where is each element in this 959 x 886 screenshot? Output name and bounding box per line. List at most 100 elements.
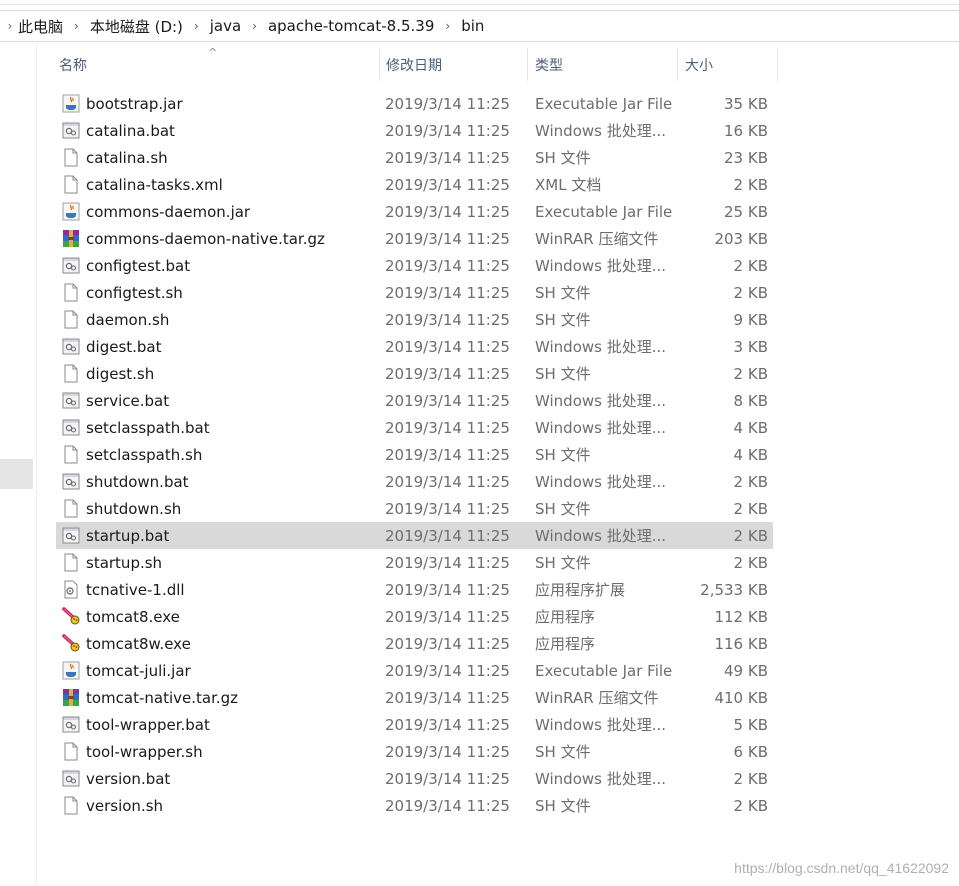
file-row[interactable]: configtest.bat 2019/3/14 11:25 Windows 批处理…: [56, 252, 773, 279]
file-modified-date: 2019/3/14 11:25: [385, 310, 510, 329]
file-row[interactable]: commons-daemon.jar 2019/3/14 11:25 Executa…: [56, 198, 773, 225]
file-row[interactable]: setclasspath.sh 2019/3/14 11:25 SH 文件 4 KB: [56, 441, 773, 468]
file-row[interactable]: version.bat 2019/3/14 11:25 Windows 批处理...…: [56, 765, 773, 792]
file-type: SH 文件: [535, 311, 591, 329]
file-type: Windows 批处理...: [535, 257, 667, 275]
file-row[interactable]: digest.sh 2019/3/14 11:25 SH 文件 2 KB: [56, 360, 773, 387]
file-name: commons-daemon-native.tar.gz: [86, 229, 325, 248]
file-row[interactable]: digest.bat 2019/3/14 11:25 Windows 批处理... 3…: [56, 333, 773, 360]
tomcat-icon: [62, 607, 80, 626]
file-name: setclasspath.bat: [86, 418, 210, 437]
dll-icon: [62, 580, 80, 599]
file-modified-date: 2019/3/14 11:25: [385, 634, 510, 653]
winrar-icon: [62, 229, 80, 248]
file-size: 9 KB: [733, 310, 768, 329]
file-row[interactable]: tomcat-native.tar.gz 2019/3/14 11:25 WinRA…: [56, 684, 773, 711]
file-row[interactable]: catalina.sh 2019/3/14 11:25 SH 文件 23 KB: [56, 144, 773, 171]
file-row[interactable]: setclasspath.bat 2019/3/14 11:25 Windows 批…: [56, 414, 773, 441]
column-header-type[interactable]: 类型: [535, 48, 670, 81]
bat-icon: [62, 769, 80, 788]
file-row[interactable]: bootstrap.jar 2019/3/14 11:25 Executable J…: [56, 90, 773, 117]
column-divider[interactable]: [677, 48, 678, 81]
file-row[interactable]: tcnative-1.dll 2019/3/14 11:25 应用程序扩展 2,533…: [56, 576, 773, 603]
file-row[interactable]: configtest.sh 2019/3/14 11:25 SH 文件 2 KB: [56, 279, 773, 306]
column-divider[interactable]: [777, 48, 778, 81]
bat-icon: [62, 121, 80, 140]
file-row[interactable]: shutdown.bat 2019/3/14 11:25 Windows 批处理..…: [56, 468, 773, 495]
file-modified-date: 2019/3/14 11:25: [385, 796, 510, 815]
file-row[interactable]: tomcat8w.exe 2019/3/14 11:25 应用程序 116 KB: [56, 630, 773, 657]
file-type: Windows 批处理...: [535, 770, 667, 788]
file-type: SH 文件: [535, 554, 591, 572]
file-name: tcnative-1.dll: [86, 580, 185, 599]
breadcrumb-this-pc[interactable]: 此电脑: [14, 16, 67, 37]
file-type: SH 文件: [535, 284, 591, 302]
file-row[interactable]: daemon.sh 2019/3/14 11:25 SH 文件 9 KB: [56, 306, 773, 333]
file-modified-date: 2019/3/14 11:25: [385, 472, 510, 491]
file-row[interactable]: service.bat 2019/3/14 11:25 Windows 批处理...…: [56, 387, 773, 414]
column-header-date[interactable]: 修改日期: [386, 48, 521, 81]
breadcrumb-tomcat[interactable]: apache-tomcat-8.5.39: [264, 17, 438, 35]
file-size: 2 KB: [733, 283, 768, 302]
file-type: 应用程序: [535, 608, 596, 626]
file-type: Windows 批处理...: [535, 473, 667, 491]
file-row[interactable]: tool-wrapper.sh 2019/3/14 11:25 SH 文件 6 KB: [56, 738, 773, 765]
file-size: 5 KB: [733, 715, 768, 734]
file-icon: [62, 148, 80, 167]
nav-pane-selected-item[interactable]: [0, 459, 33, 489]
chevron-right-icon[interactable]: ›: [6, 19, 14, 33]
file-name: catalina-tasks.xml: [86, 175, 223, 194]
file-size: 16 KB: [724, 121, 768, 140]
file-name: startup.sh: [86, 553, 163, 572]
column-divider[interactable]: [527, 48, 528, 81]
file-modified-date: 2019/3/14 11:25: [385, 94, 510, 113]
chevron-right-icon[interactable]: ›: [67, 19, 86, 33]
file-modified-date: 2019/3/14 11:25: [385, 283, 510, 302]
file-name: version.bat: [86, 769, 171, 788]
file-row[interactable]: catalina.bat 2019/3/14 11:25 Windows 批处理..…: [56, 117, 773, 144]
column-header-name[interactable]: 名称: [59, 48, 379, 81]
file-row[interactable]: tomcat-juli.jar 2019/3/14 11:25 Executable…: [56, 657, 773, 684]
file-type: WinRAR 压缩文件: [535, 230, 659, 248]
file-name: digest.sh: [86, 364, 155, 383]
file-size: 2 KB: [733, 364, 768, 383]
file-type: Windows 批处理...: [535, 419, 667, 437]
file-modified-date: 2019/3/14 11:25: [385, 742, 510, 761]
file-row[interactable]: tool-wrapper.bat 2019/3/14 11:25 Windows 批…: [56, 711, 773, 738]
file-row[interactable]: startup.sh 2019/3/14 11:25 SH 文件 2 KB: [56, 549, 773, 576]
file-type: SH 文件: [535, 149, 591, 167]
file-modified-date: 2019/3/14 11:25: [385, 607, 510, 626]
file-modified-date: 2019/3/14 11:25: [385, 337, 510, 356]
breadcrumb-java[interactable]: java: [206, 17, 245, 35]
file-size: 203 KB: [714, 229, 768, 248]
file-modified-date: 2019/3/14 11:25: [385, 148, 510, 167]
column-divider[interactable]: [379, 48, 380, 81]
file-name: catalina.sh: [86, 148, 168, 167]
file-row[interactable]: shutdown.sh 2019/3/14 11:25 SH 文件 2 KB: [56, 495, 773, 522]
file-icon: [62, 553, 80, 572]
bat-icon: [62, 337, 80, 356]
breadcrumb-bin[interactable]: bin: [457, 17, 488, 35]
file-size: 4 KB: [733, 445, 768, 464]
file-row[interactable]: commons-daemon-native.tar.gz 2019/3/14 11…: [56, 225, 773, 252]
file-modified-date: 2019/3/14 11:25: [385, 364, 510, 383]
file-row[interactable]: version.sh 2019/3/14 11:25 SH 文件 2 KB: [56, 792, 773, 819]
file-row[interactable]: tomcat8.exe 2019/3/14 11:25 应用程序 112 KB: [56, 603, 773, 630]
file-icon: [62, 499, 80, 518]
breadcrumb-local-disk[interactable]: 本地磁盘 (D:): [86, 16, 187, 37]
chevron-right-icon[interactable]: ›: [245, 19, 264, 33]
file-name: shutdown.bat: [86, 472, 189, 491]
column-header-size[interactable]: 大小: [685, 48, 775, 81]
file-size: 116 KB: [714, 634, 768, 653]
file-type: Windows 批处理...: [535, 122, 667, 140]
file-row[interactable]: startup.bat 2019/3/14 11:25 Windows 批处理...…: [56, 522, 773, 549]
address-bar[interactable]: › 此电脑 › 本地磁盘 (D:) › java › apache-tomcat…: [0, 10, 959, 42]
bat-icon: [62, 715, 80, 734]
file-row[interactable]: catalina-tasks.xml 2019/3/14 11:25 XML 文档 2…: [56, 171, 773, 198]
file-list: bootstrap.jar 2019/3/14 11:25 Executable J…: [56, 90, 773, 819]
file-type: Windows 批处理...: [535, 392, 667, 410]
chevron-right-icon[interactable]: ›: [438, 19, 457, 33]
file-name: commons-daemon.jar: [86, 202, 251, 221]
chevron-right-icon[interactable]: ›: [187, 19, 206, 33]
file-size: 410 KB: [714, 688, 768, 707]
